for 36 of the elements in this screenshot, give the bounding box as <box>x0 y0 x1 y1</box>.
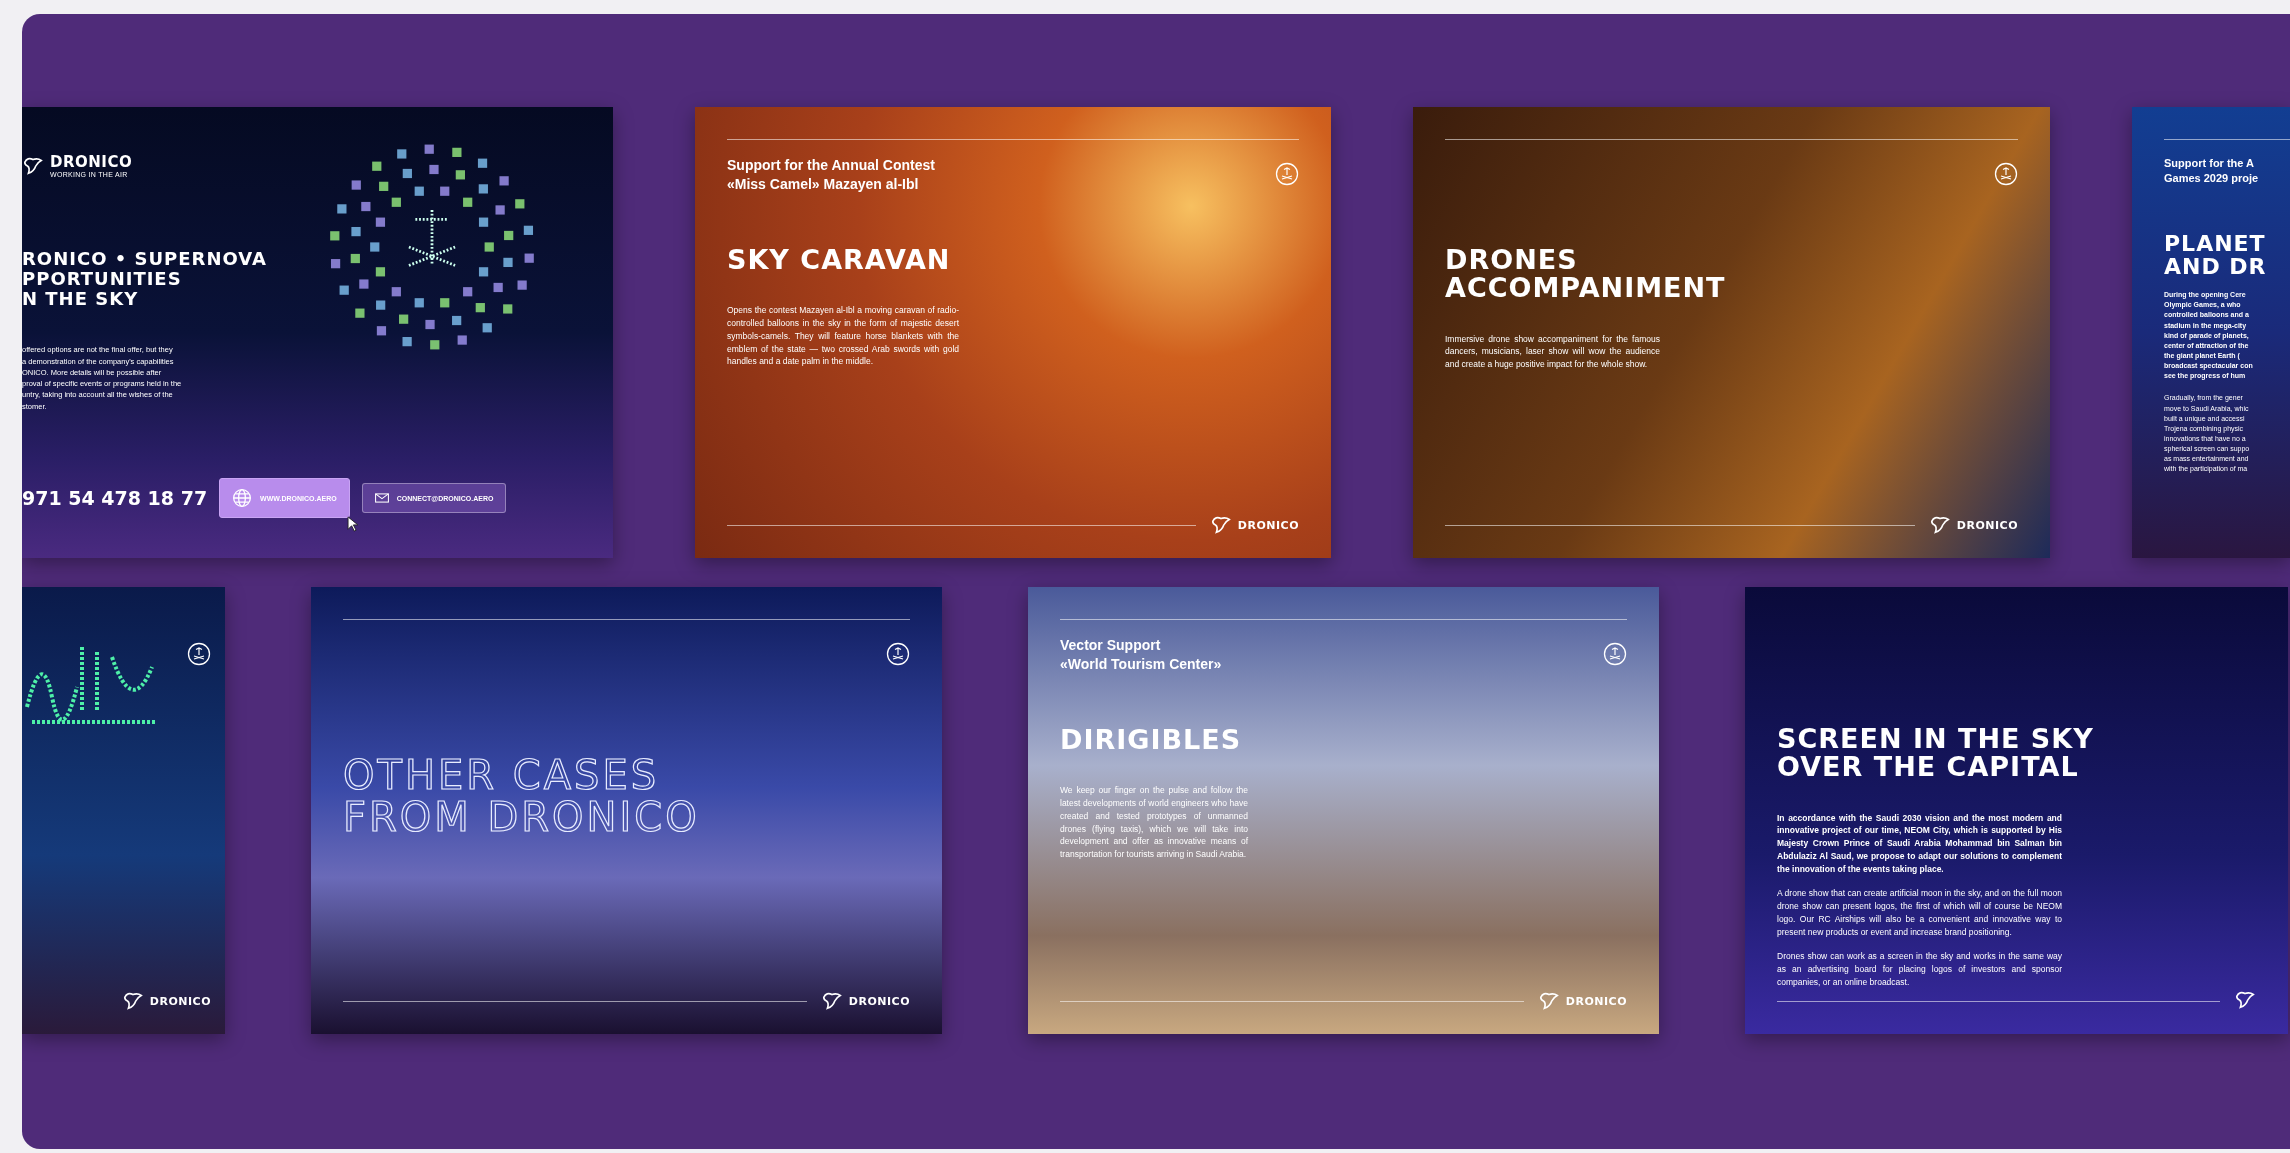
emblem-icon <box>1603 642 1627 666</box>
emblem-icon <box>886 642 910 666</box>
brand-name: DRONICO <box>50 153 133 171</box>
brand-name: DRONICO <box>848 994 910 1008</box>
logo-icon <box>1209 514 1232 536</box>
logo-icon <box>1537 990 1560 1012</box>
emblem-icon <box>1275 162 1299 186</box>
slide-title: SKY CARAVAN <box>727 246 952 275</box>
slide-title: DIRIGIBLES <box>1060 726 1243 755</box>
globe-icon <box>232 488 253 508</box>
brand-name: DRONICO <box>1237 518 1299 532</box>
slide-subtitle: Vector Support «World Tourism Center» <box>1060 636 1222 674</box>
logo-icon <box>820 990 843 1012</box>
mail-icon <box>374 493 389 503</box>
slide-title: RONICO • SUPERNOVA PPORTUNITIES N THE SKY <box>22 249 268 309</box>
brand-name: DRONICO <box>149 994 211 1008</box>
slide-title: DRONES ACCOMPANIMENT <box>1445 246 1727 303</box>
cursor-icon <box>346 516 358 532</box>
logo-icon <box>121 990 144 1012</box>
slide-title: OTHER CASES FROM DRONICO <box>343 754 701 838</box>
slide-title: SCREEN IN THE SKY OVER THE CAPITAL <box>1777 725 2095 782</box>
brand-name: DRONICO <box>1956 518 2018 532</box>
slide-title: PLANET AND DR <box>2164 232 2268 279</box>
brand-name: DRONICO <box>1565 994 1627 1008</box>
slide-text: We keep our finger on the pulse and follow the latest developments of world engineers who have created and tested prototypes of unmanned drones (flying taxis), which we will take into development and offer as innovative means of transportation for tourists arriving in Saudi Arabia. <box>1060 784 1248 861</box>
slide-text: A drone show that can create artificial moon in the sky, and on the full moon drone show can present logos, the first of which will of course be NEOM logo. Our RC Airships will also be a convenient and innovative way to present new products or event and increase brand positioning. <box>1777 887 2062 939</box>
slide-text: Drones show can work as a screen in the sky and works in the same way as an advertising board for placing logos of investors and sponsor companies, or an online broadcast. <box>1777 950 2062 989</box>
emblem-icon <box>1994 162 2018 186</box>
slide-text: Immersive drone show accompaniment for the famous dancers, musicians, laser show will wow the audience and create a huge positive impact for the whole show. <box>1445 332 1660 371</box>
logo-icon <box>1928 514 1951 536</box>
slide-text: In accordance with the Saudi 2030 vision and the most modern and innovative project of our time, NEOM City, which is supported by His Majesty Crown Prince of Saudi Arabia Mohammad bin Salman bin Abdulaziz Al Saud, we propose to adapt our solutions to complement the innovation of the events taking place. <box>1777 811 2062 876</box>
slide-text: Opens the contest Mazayen al-Ibl a moving caravan of radio-controlled balloons in the sky in the form of majestic desert symbols-camels. They will feature horse blankets with the emblem of the state — two crossed Arab swords with gold handles and a date palm in the middle. <box>727 304 959 369</box>
slide-subtitle: Support for the Annual Contest «Miss Camel» Mazayen al-Ibl <box>727 156 935 194</box>
phone-number: 971 54 478 18 77 <box>22 487 208 509</box>
emblem-icon <box>187 642 211 666</box>
slide-subtitle: Support for the A Games 2029 proje <box>2164 156 2259 186</box>
